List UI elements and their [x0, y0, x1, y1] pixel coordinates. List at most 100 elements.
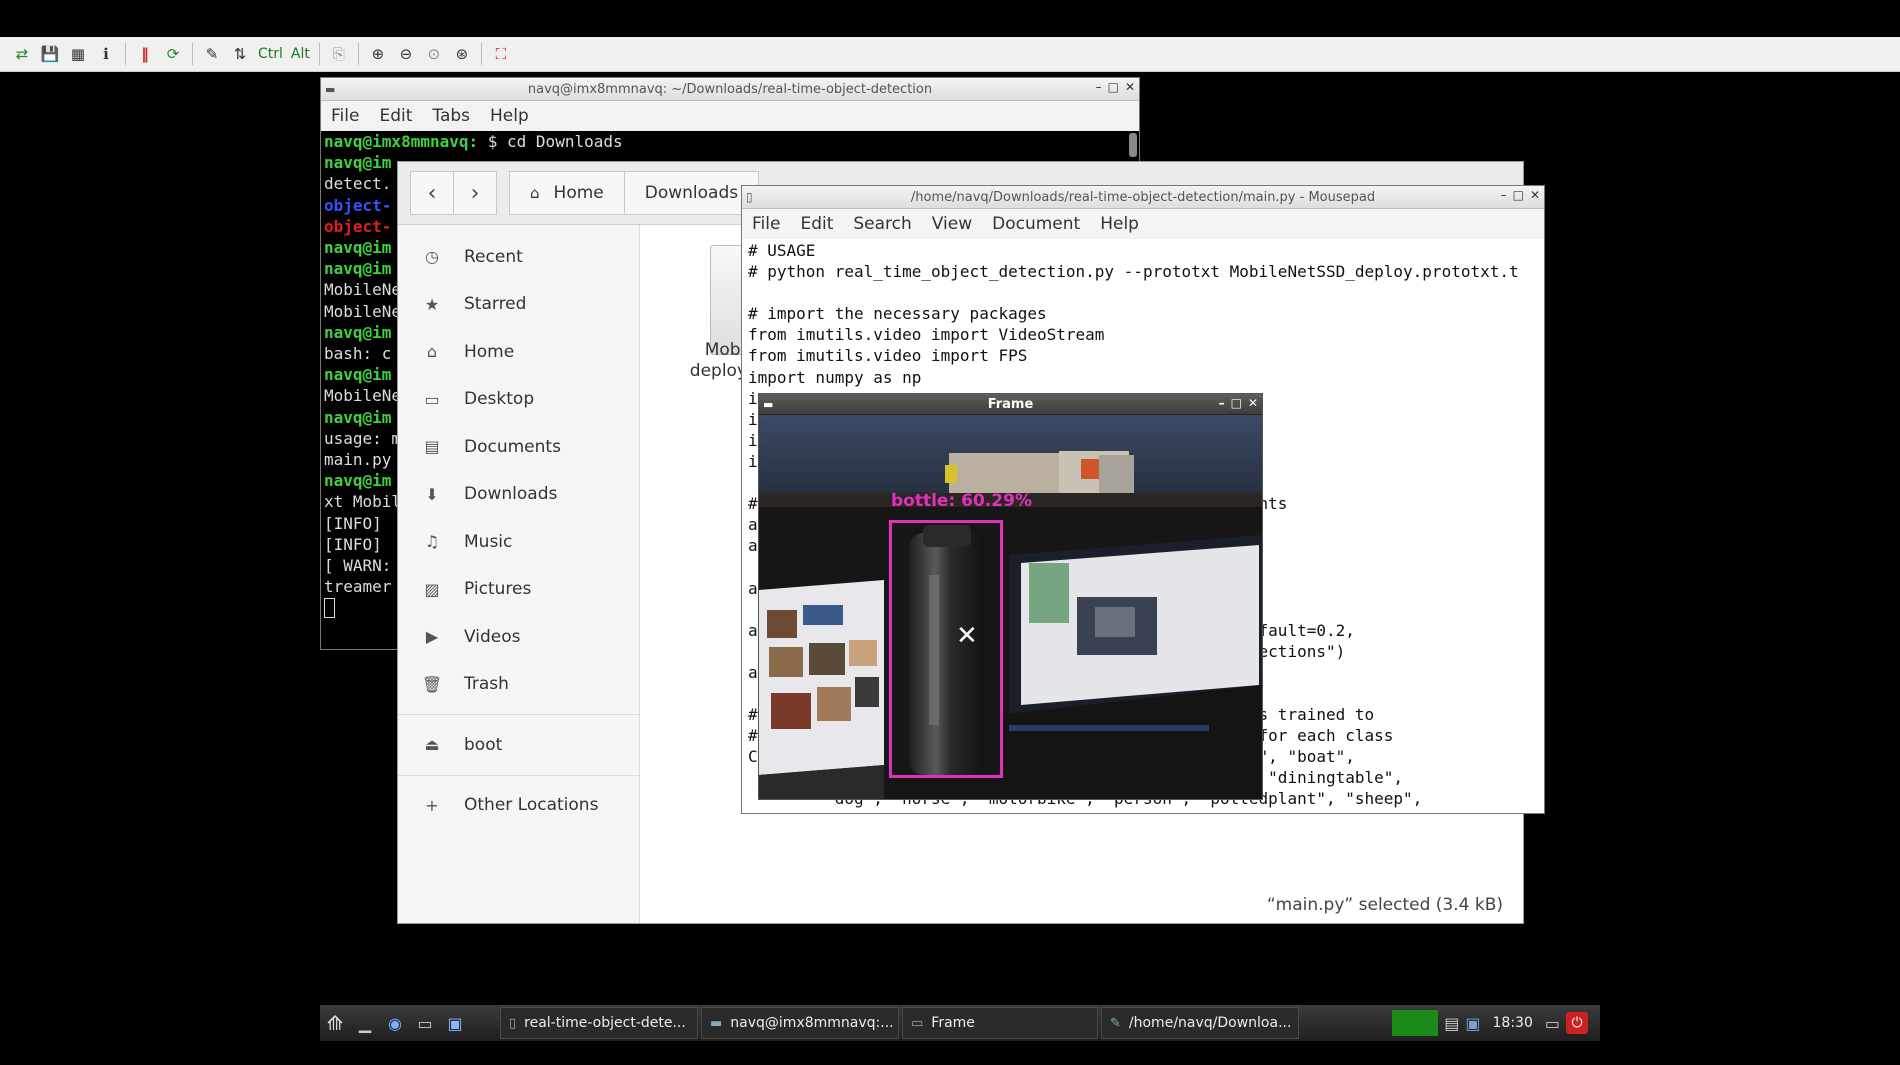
- zoom-in-icon[interactable]: ⊕: [366, 42, 390, 66]
- sidebar-item-label: Downloads: [464, 484, 558, 505]
- window-switcher-icon[interactable]: ▣: [440, 1008, 470, 1038]
- sidebar-item-desktop[interactable]: ▭ Desktop: [398, 376, 639, 424]
- minimize-icon[interactable]: –: [1096, 80, 1102, 94]
- breadcrumb-downloads[interactable]: Downloads: [623, 171, 760, 215]
- taskbar-task[interactable]: ▬ navq@imx8mmnavq:...: [701, 1007, 899, 1039]
- menu-tabs[interactable]: Tabs: [422, 106, 480, 126]
- terminal-text: MobileNe: [324, 301, 402, 321]
- show-desktop-icon[interactable]: ▁: [350, 1008, 380, 1038]
- taskbar-task-label: Frame: [931, 1015, 975, 1031]
- close-icon[interactable]: ✕: [1248, 396, 1258, 410]
- sidebar-item-pictures[interactable]: ▨ Pictures: [398, 566, 639, 614]
- breadcrumb-home[interactable]: ⌂ Home: [509, 171, 625, 215]
- fullscreen-icon[interactable]: ⛶: [489, 42, 513, 66]
- code-line: from imutils.video import FPS: [748, 346, 1028, 366]
- menu-edit[interactable]: Edit: [369, 106, 422, 126]
- sidebar-item-label: Documents: [464, 436, 561, 457]
- drive-icon: ⏏: [424, 735, 440, 755]
- alt-key-button[interactable]: Alt: [291, 46, 310, 62]
- camera-feed: bottle: 60.29% ✕: [759, 415, 1262, 799]
- terminal-scrollbar[interactable]: [1129, 133, 1137, 157]
- close-icon[interactable]: ✕: [1530, 188, 1540, 202]
- zoom-fit-icon[interactable]: ⊛: [450, 42, 474, 66]
- mousepad-titlebar[interactable]: ▯ /home/navq/Downloads/real-time-object-…: [742, 186, 1544, 209]
- menu-help[interactable]: Help: [1090, 214, 1149, 234]
- power-icon[interactable]: ⏻: [1566, 1012, 1588, 1034]
- close-icon[interactable]: ✕: [1125, 80, 1135, 94]
- new-connection-icon[interactable]: ⇄: [10, 42, 34, 66]
- toolbar-divider: [357, 43, 359, 65]
- terminal-text: usage: m: [324, 428, 402, 448]
- minimize-icon[interactable]: –: [1501, 188, 1507, 202]
- sidebar-item-home[interactable]: ⌂ Home: [398, 328, 639, 376]
- breadcrumb-home-label: Home: [553, 183, 604, 203]
- sidebar-item-videos[interactable]: ▶ Videos: [398, 613, 639, 661]
- clock-icon: ◷: [425, 247, 439, 267]
- browser-icon[interactable]: ◉: [380, 1008, 410, 1038]
- zoom-out-icon[interactable]: ⊖: [394, 42, 418, 66]
- info-icon[interactable]: ℹ: [94, 42, 118, 66]
- detection-label: bottle: 60.29%: [891, 491, 1032, 511]
- mousepad-title: /home/navq/Downloads/real-time-object-de…: [910, 189, 1376, 205]
- clock[interactable]: 18:30: [1493, 1015, 1533, 1031]
- terminal-text: object-: [324, 195, 392, 215]
- clipboard-icon[interactable]: ▤: [1444, 1014, 1459, 1033]
- start-menu-icon[interactable]: ⟰: [320, 1008, 350, 1038]
- frame-window: ▬ Frame – □ ✕ bottle: 60.29% ✕: [758, 393, 1263, 800]
- sidebar-item-other-locations[interactable]: + Other Locations: [398, 782, 639, 830]
- terminal-text: MobileNe: [324, 280, 402, 300]
- terminal-title: navq@imx8mmnavq: ~/Downloads/real-time-o…: [527, 81, 933, 97]
- sidebar-item-boot[interactable]: ⏏ boot: [398, 721, 639, 769]
- frame-titlebar[interactable]: ▬ Frame – □ ✕: [759, 394, 1262, 415]
- options-icon[interactable]: ▦: [66, 42, 90, 66]
- transfer-icon[interactable]: ⇅: [228, 42, 252, 66]
- file-label: Mobil deploy.: [689, 340, 750, 381]
- sidebar-item-label: Pictures: [464, 579, 532, 600]
- menu-document[interactable]: Document: [982, 214, 1090, 234]
- taskbar-task[interactable]: ▭ Frame: [902, 1007, 1098, 1039]
- sidebar-item-downloads[interactable]: ⬇ Downloads: [398, 471, 639, 519]
- menu-help[interactable]: Help: [480, 106, 539, 126]
- screen-icon[interactable]: ▭: [1545, 1014, 1560, 1033]
- chat-icon[interactable]: ✎: [200, 42, 224, 66]
- save-icon[interactable]: 💾: [38, 42, 62, 66]
- zoom-reset-icon[interactable]: ⊙: [422, 42, 446, 66]
- minimize-icon[interactable]: –: [1219, 396, 1225, 410]
- terminal-titlebar[interactable]: ▬ navq@imx8mmnavq: ~/Downloads/real-time…: [321, 78, 1139, 101]
- terminal-cursor: [324, 598, 335, 619]
- maximize-icon[interactable]: □: [1231, 396, 1242, 410]
- refresh-icon[interactable]: ⟳: [161, 42, 185, 66]
- taskbar-task[interactable]: ▯ real-time-object-dete...: [500, 1007, 698, 1039]
- menu-edit[interactable]: Edit: [790, 214, 843, 234]
- sidebar-item-starred[interactable]: ★ Starred: [398, 281, 639, 329]
- terminal-text: [ WARN:: [324, 556, 392, 576]
- sidebar-item-music[interactable]: ♫ Music: [398, 518, 639, 566]
- terminal-prompt: navq@imx8mmnavq:: [324, 132, 479, 151]
- sidebar-item-label: Videos: [464, 626, 521, 647]
- terminal-prompt: navq@im: [324, 259, 392, 279]
- menu-view[interactable]: View: [922, 214, 982, 234]
- menu-search[interactable]: Search: [843, 214, 921, 234]
- forward-button[interactable]: ›: [453, 171, 497, 215]
- maximize-icon[interactable]: □: [1513, 188, 1524, 202]
- menu-file[interactable]: File: [742, 214, 790, 234]
- vnc-toolbar: ⇄ 💾 ▦ ℹ ‖ ⟳ ✎ ⇅ Ctrl Alt ⎘ ⊕ ⊖ ⊙ ⊛ ⛶: [0, 37, 1900, 72]
- maximize-icon[interactable]: □: [1108, 80, 1119, 94]
- sidebar-item-recent[interactable]: ◷ Recent: [398, 233, 639, 281]
- toolbar-divider: [318, 43, 320, 65]
- ctrl-key-button[interactable]: Ctrl: [258, 46, 283, 62]
- sidebar-item-trash[interactable]: 🗑 Trash: [398, 661, 639, 709]
- terminal-text: $ cd Downloads: [478, 132, 623, 151]
- pause-icon[interactable]: ‖: [133, 42, 157, 66]
- sidebar-item-documents[interactable]: ▤ Documents: [398, 423, 639, 471]
- taskbar-task[interactable]: ✎ /home/navq/Downloa...: [1101, 1007, 1299, 1039]
- terminal-prompt: navq@im: [324, 471, 392, 491]
- sidebar-item-label: Trash: [464, 674, 509, 695]
- back-button[interactable]: ‹: [410, 171, 454, 215]
- terminal-icon: ▬: [710, 1015, 723, 1031]
- star-icon: ★: [424, 294, 440, 314]
- menu-file[interactable]: File: [321, 106, 369, 126]
- network-icon[interactable]: ▣: [1465, 1014, 1480, 1033]
- clipboard-icon[interactable]: ⎘: [327, 42, 351, 66]
- file-manager-icon[interactable]: ▭: [410, 1008, 440, 1038]
